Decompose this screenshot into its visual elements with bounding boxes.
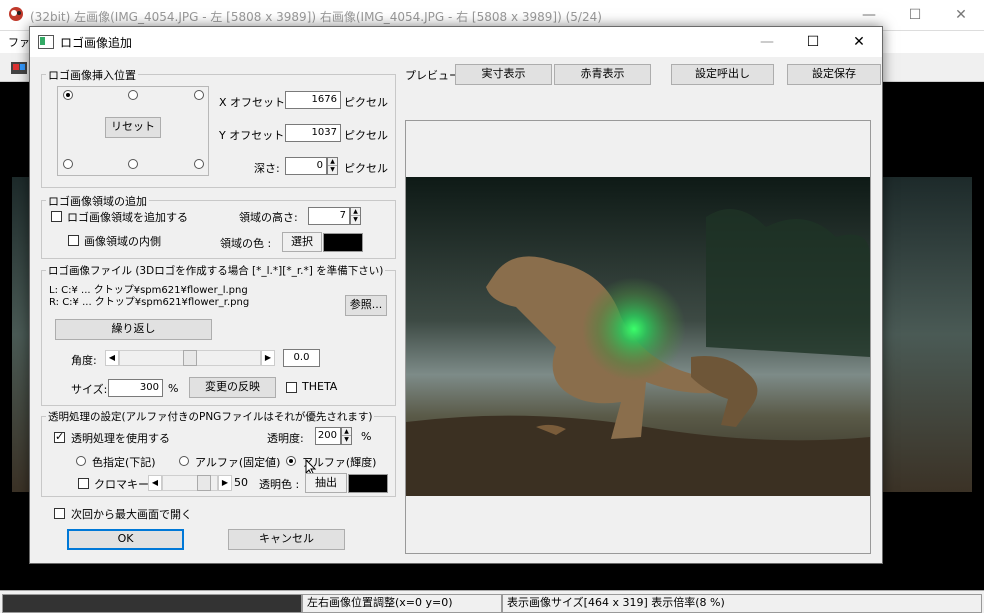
preview-label: プレビュー	[405, 69, 460, 82]
dialog-title: ロゴ画像追加	[60, 36, 133, 50]
region-height-label: 領域の高さ:	[239, 211, 298, 224]
main-window-title: (32bit) 左画像(IMG_4054.JPG - 左 [5808 x 398…	[30, 10, 602, 24]
anchor-bottom-center-radio[interactable]	[128, 159, 138, 169]
dialog-minimize-button[interactable]: —	[744, 27, 790, 57]
open-max-checkbox[interactable]	[54, 508, 65, 519]
chroma-key-checkbox[interactable]	[78, 478, 89, 489]
theta-checkbox[interactable]	[286, 382, 297, 393]
dialog-maximize-button[interactable]: ☐	[790, 27, 836, 57]
anchor-top-right-radio[interactable]	[194, 90, 204, 100]
add-region-checkbox[interactable]	[51, 211, 62, 222]
preview-image	[406, 177, 870, 496]
trans-color-swatch[interactable]	[348, 474, 388, 493]
toolbar-open-icon[interactable]	[10, 59, 28, 75]
region-color-swatch[interactable]	[323, 233, 363, 252]
chroma-right-arrow[interactable]: ▶	[218, 475, 232, 491]
angle-slider[interactable]	[119, 350, 261, 366]
region-legend: ロゴ画像領域の追加	[46, 193, 149, 209]
depth-label: 深さ:	[254, 162, 280, 175]
transparency-legend: 透明処理の設定(アルファ付きのPNGファイルはそれが優先されます)	[46, 409, 375, 424]
x-offset-unit: ピクセル	[344, 96, 388, 109]
depth-spinner[interactable]: ▲ ▼	[327, 157, 338, 175]
load-settings-button[interactable]: 設定呼出し	[671, 64, 774, 85]
logo-dialog: ロゴ画像追加 — ☐ ✕ ロゴ画像挿入位置 リセット X オフセット: 1676…	[29, 26, 883, 564]
opacity-spinner[interactable]: ▲ ▼	[341, 427, 352, 445]
opacity-input[interactable]: 200	[315, 427, 341, 445]
status-size: 表示画像サイズ[464 x 319] 表示倍率(8 %)	[502, 594, 982, 613]
theta-label: THETA	[302, 380, 338, 393]
apply-changes-button[interactable]: 変更の反映	[189, 377, 276, 398]
region-color-select-button[interactable]: 選択	[282, 232, 322, 252]
opacity-unit: %	[361, 430, 372, 443]
size-input[interactable]: 300	[108, 379, 163, 397]
actual-size-button[interactable]: 実寸表示	[455, 64, 552, 85]
cancel-button[interactable]: キャンセル	[228, 529, 345, 550]
mode-alpha-fixed-label: アルファ(固定値)	[195, 456, 281, 469]
chroma-slider[interactable]	[162, 475, 218, 491]
position-legend: ロゴ画像挿入位置	[46, 67, 138, 83]
x-offset-input[interactable]: 1676	[285, 91, 341, 109]
preview-panel	[405, 120, 871, 554]
extract-button[interactable]: 抽出	[305, 473, 347, 493]
opacity-label: 透明度:	[267, 432, 304, 445]
reset-button[interactable]: リセット	[105, 117, 161, 138]
inside-region-label: 画像領域の内側	[84, 235, 161, 248]
right-file-path: R: C:¥ ... クトップ¥spm621¥flower_r.png	[49, 297, 250, 308]
use-transparency-checkbox[interactable]	[54, 430, 65, 443]
chroma-value: 50	[234, 476, 248, 489]
anchor-bottom-left-radio[interactable]	[63, 159, 73, 169]
file-legend: ロゴ画像ファイル (3Dロゴを作成する場合 [*_l.*][*_r.*] を準備…	[46, 263, 386, 278]
save-settings-button[interactable]: 設定保存	[787, 64, 881, 85]
status-progress	[2, 594, 302, 613]
angle-value[interactable]: 0.0	[283, 349, 320, 367]
anchor-top-left-radio[interactable]	[63, 90, 73, 100]
trans-color-label: 透明色 :	[259, 478, 300, 491]
size-unit: %	[168, 382, 179, 395]
chroma-left-arrow[interactable]: ◀	[148, 475, 162, 491]
browse-button[interactable]: 参照...	[345, 295, 387, 316]
y-offset-unit: ピクセル	[344, 129, 388, 142]
region-color-label: 領域の色 :	[220, 237, 272, 250]
dialog-window-icon	[38, 35, 54, 49]
use-transparency-label: 透明処理を使用する	[71, 432, 170, 445]
y-offset-label: Y オフセット:	[219, 129, 288, 142]
mode-alpha-luma-radio[interactable]	[286, 456, 296, 466]
anchor-bottom-right-radio[interactable]	[194, 159, 204, 169]
region-height-input[interactable]: 7	[308, 207, 350, 225]
angle-slider-thumb[interactable]	[183, 350, 197, 366]
open-max-label: 次回から最大画面で開く	[71, 508, 192, 521]
dialog-titlebar: ロゴ画像追加 — ☐ ✕	[30, 27, 882, 57]
depth-unit: ピクセル	[344, 162, 388, 175]
main-maximize-button[interactable]: ☐	[892, 0, 938, 30]
mode-alpha-fixed-radio[interactable]	[179, 456, 189, 466]
ok-button[interactable]: OK	[67, 529, 184, 550]
mode-color-label: 色指定(下記)	[92, 456, 156, 469]
add-region-label: ロゴ画像領域を追加する	[67, 211, 188, 224]
chroma-slider-thumb[interactable]	[197, 475, 211, 491]
dialog-close-button[interactable]: ✕	[836, 27, 882, 57]
repeat-button[interactable]: 繰り返し	[55, 319, 212, 340]
inside-region-checkbox[interactable]	[68, 235, 79, 246]
status-adjust: 左右画像位置調整(x=0 y=0)	[302, 594, 502, 613]
chroma-key-label: クロマキー	[94, 478, 149, 491]
main-close-button[interactable]: ✕	[938, 0, 984, 30]
depth-input[interactable]: 0	[285, 157, 327, 175]
angle-right-arrow[interactable]: ▶	[261, 350, 275, 366]
angle-label: 角度:	[71, 354, 97, 367]
anaglyph-button[interactable]: 赤青表示	[554, 64, 651, 85]
anchor-top-center-radio[interactable]	[128, 90, 138, 100]
y-offset-input[interactable]: 1037	[285, 124, 341, 142]
x-offset-label: X オフセット:	[219, 96, 289, 109]
angle-left-arrow[interactable]: ◀	[105, 350, 119, 366]
region-height-spinner[interactable]: ▲ ▼	[350, 207, 361, 225]
size-label: サイズ:	[71, 383, 108, 396]
statusbar: 左右画像位置調整(x=0 y=0) 表示画像サイズ[464 x 319] 表示倍…	[0, 590, 984, 613]
mode-color-radio[interactable]	[76, 456, 86, 466]
app-icon	[8, 6, 24, 22]
